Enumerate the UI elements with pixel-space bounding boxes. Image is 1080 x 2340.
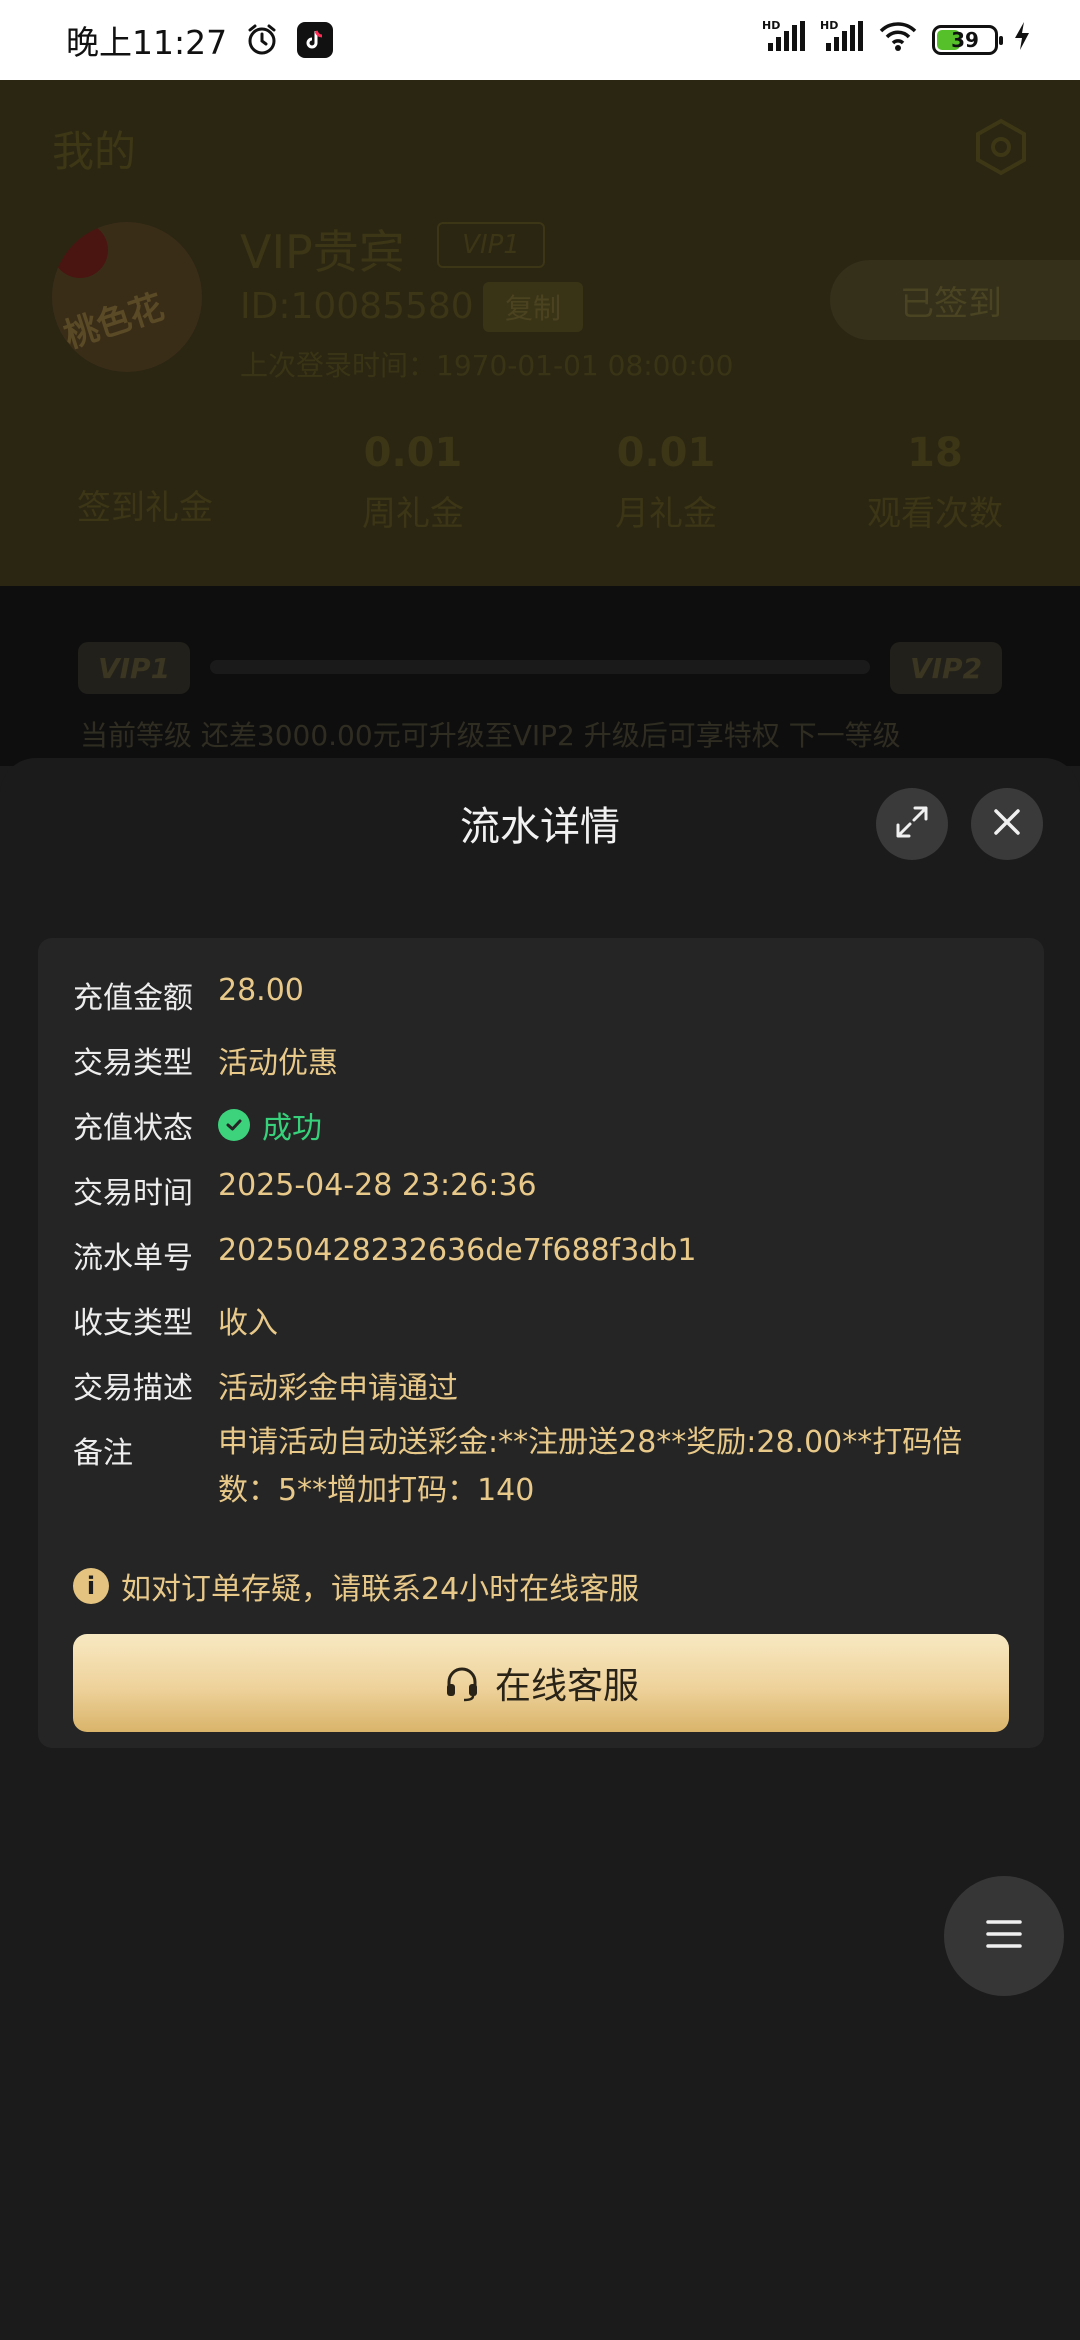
- row-key: 充值金额: [73, 981, 193, 1016]
- stats-row: 签到礼金 0.01 周礼金 0.01 月礼金 18 观看次数: [0, 430, 1080, 570]
- status-time: 晚上11:27: [66, 23, 228, 62]
- detail-row-time: 交易时间 2025-04-28 23:26:36: [73, 1168, 537, 1212]
- status-bar: 晚上11:27 HD HD 39: [0, 0, 1080, 80]
- user-id: ID:10085580: [240, 286, 474, 327]
- support-notice: i 如对订单存疑，请联系24小时在线客服: [73, 1564, 639, 1608]
- battery-level: 39: [951, 28, 979, 52]
- row-value: 收入: [218, 1306, 278, 1341]
- row-value: 活动彩金申请通过: [218, 1371, 458, 1406]
- wifi-icon: [878, 19, 918, 61]
- hd-label-1: HD: [762, 19, 780, 32]
- stat-label: 签到礼金: [77, 488, 213, 528]
- row-value[interactable]: 20250428232636de7f688f3db1: [218, 1233, 696, 1277]
- charging-icon: [1012, 20, 1032, 60]
- row-key: 充值状态: [73, 1111, 193, 1146]
- online-service-button[interactable]: 在线客服: [73, 1634, 1009, 1732]
- expand-button[interactable]: [876, 788, 948, 860]
- detail-row-type: 交易类型 活动优惠: [73, 1038, 338, 1082]
- row-key: 备注: [73, 1436, 133, 1471]
- vip-progress-track: [210, 660, 870, 674]
- gear-icon[interactable]: [972, 118, 1030, 176]
- close-icon: [992, 807, 1022, 841]
- detail-row-description: 交易描述 活动彩金申请通过: [73, 1363, 458, 1407]
- row-value: 2025-04-28 23:26:36: [218, 1168, 537, 1203]
- menu-icon: [984, 1918, 1024, 1954]
- detail-row-remark: 备注 申请活动自动送彩金:**注册送28**奖励:28.00**打码倍数：5**…: [73, 1425, 998, 1515]
- row-key: 流水单号: [73, 1241, 193, 1276]
- profile-header: 我的 桃色花 VIP贵宾 VIP1 ID:10085580 复制 上次登录时间：…: [0, 80, 1080, 586]
- row-key: 交易描述: [73, 1371, 193, 1406]
- page-title: 我的: [52, 127, 137, 176]
- stat-value: 0.01: [616, 430, 716, 476]
- avatar-text: 桃色花: [59, 287, 169, 357]
- vip-current-badge: VIP1: [78, 642, 190, 694]
- status-text: 成功: [262, 1111, 322, 1146]
- flag-badge: [52, 222, 108, 278]
- check-circle-icon: [218, 1109, 250, 1141]
- detail-row-amount: 充值金额 28.00: [73, 973, 304, 1017]
- status-right: HD HD 39: [762, 19, 1032, 61]
- copy-button[interactable]: 复制: [483, 282, 583, 332]
- info-icon: i: [73, 1568, 109, 1604]
- signal-icon-2: HD: [820, 19, 864, 61]
- headset-icon: [443, 1664, 481, 1702]
- transaction-detail-sheet: 流水详情 充值金额 28.00 交易类型 活动优惠 充值状态 成功 交易时间 2…: [0, 758, 1080, 2340]
- row-value: 28.00: [218, 973, 304, 1008]
- floating-menu-button[interactable]: [944, 1876, 1064, 1996]
- hd-label-2: HD: [820, 19, 838, 32]
- detail-row-serial: 流水单号 20250428232636de7f688f3db1: [73, 1233, 696, 1277]
- stat-value: 18: [907, 430, 963, 476]
- row-key: 交易类型: [73, 1046, 193, 1081]
- expand-icon: [894, 804, 930, 844]
- background-page: 我的 桃色花 VIP贵宾 VIP1 ID:10085580 复制 上次登录时间：…: [0, 80, 1080, 766]
- row-key: 交易时间: [73, 1176, 193, 1211]
- status-value: 成功: [218, 1103, 322, 1147]
- battery-icon: 39: [932, 25, 1003, 55]
- notice-text: 如对订单存疑，请联系24小时在线客服: [121, 1572, 640, 1607]
- stat-weekly[interactable]: 0.01 周礼金: [313, 430, 513, 535]
- stat-label: 周礼金: [362, 494, 464, 534]
- detail-row-direction: 收支类型 收入: [73, 1298, 278, 1342]
- stat-monthly[interactable]: 0.01 月礼金: [566, 430, 766, 535]
- avatar[interactable]: 桃色花: [52, 222, 202, 372]
- vip-badge: VIP1: [437, 222, 545, 268]
- alarm-icon: [245, 23, 279, 57]
- service-label: 在线客服: [494, 1666, 639, 1707]
- row-value: 活动优惠: [218, 1046, 338, 1081]
- app-root: 晚上11:27 HD HD 39 我的 桃色花 VIP贵宾 VIP1 ID:10…: [0, 0, 1080, 2340]
- detail-row-status: 充值状态 成功: [73, 1103, 322, 1147]
- vip-next-badge: VIP2: [890, 642, 1002, 694]
- stat-label: 观看次数: [867, 494, 1003, 534]
- row-key: 收支类型: [73, 1306, 193, 1341]
- user-name: VIP贵宾: [240, 225, 405, 279]
- stat-label: 月礼金: [615, 494, 717, 534]
- stat-signin[interactable]: 签到礼金: [40, 470, 250, 529]
- stat-value: 0.01: [363, 430, 463, 476]
- row-value: 申请活动自动送彩金:**注册送28**奖励:28.00**打码倍数：5**增加打…: [218, 1425, 963, 1508]
- detail-card: 充值金额 28.00 交易类型 活动优惠 充值状态 成功 交易时间 2025-0…: [38, 938, 1044, 1748]
- vip-progress-text: 当前等级 还差3000.00元可升级至VIP2 升级后可享特权 下一等级: [80, 719, 901, 752]
- signal-icon: HD: [762, 19, 806, 61]
- signed-in-button[interactable]: 已签到: [830, 260, 1080, 340]
- last-login: 上次登录时间：1970-01-01 08:00:00: [240, 349, 734, 382]
- stat-views[interactable]: 18 观看次数: [830, 430, 1040, 535]
- close-button[interactable]: [971, 788, 1043, 860]
- tiktok-icon: [297, 22, 334, 58]
